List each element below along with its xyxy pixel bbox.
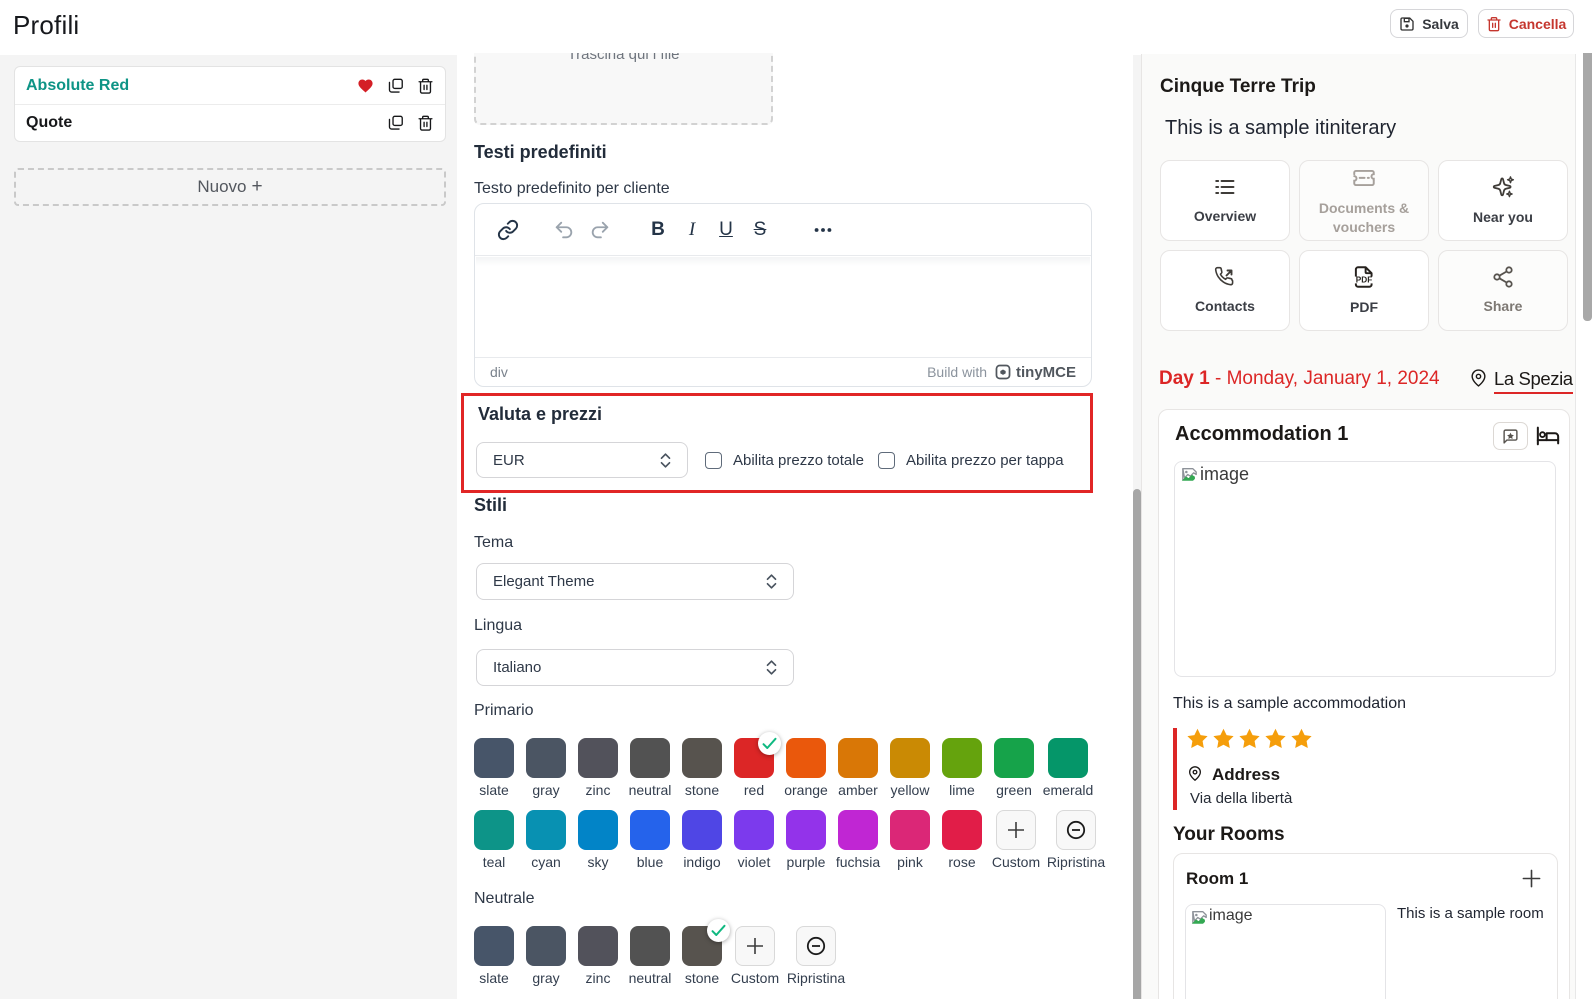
svg-text:PDF: PDF — [1356, 275, 1372, 284]
